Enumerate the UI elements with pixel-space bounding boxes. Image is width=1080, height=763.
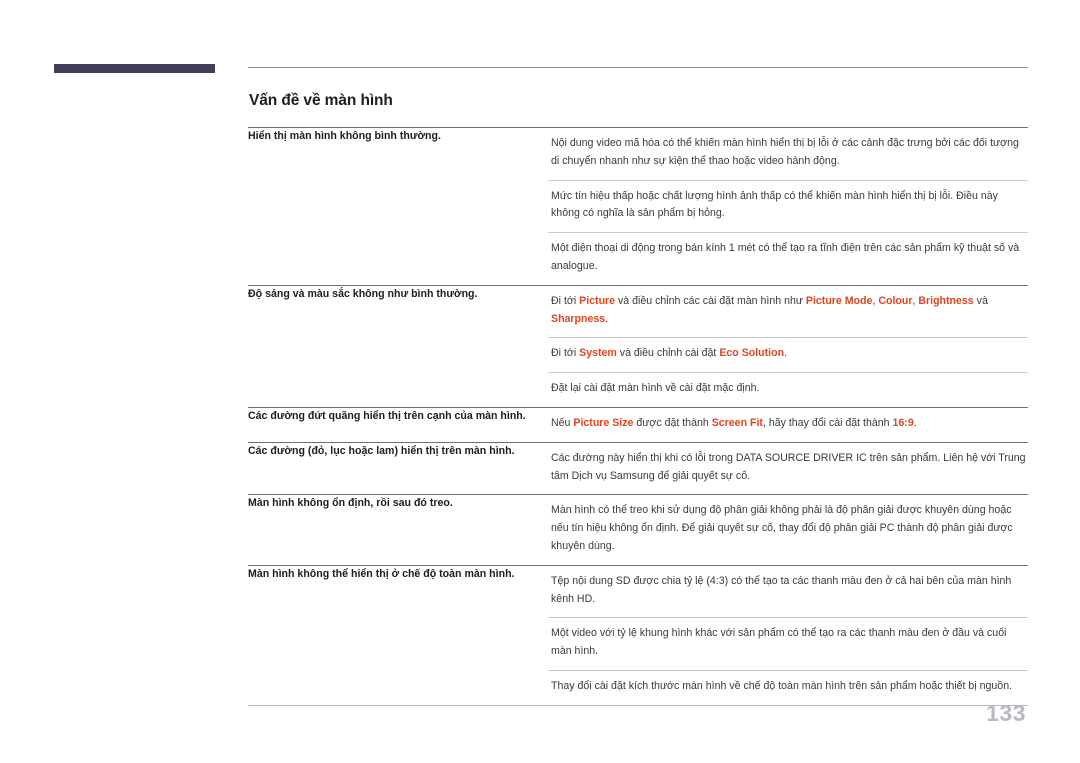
table-row: Các đường đứt quãng hiển thị trên cạnh c…: [248, 408, 1028, 442]
solution-cell: Nếu Picture Size được đặt thành Screen F…: [548, 408, 1028, 442]
menu-term: 16:9: [892, 416, 914, 429]
solution-text: Mức tín hiệu thấp hoặc chất lượng hình ả…: [548, 179, 1028, 233]
faq-body: Hiển thị màn hình không bình thường. Nội …: [248, 127, 1028, 705]
menu-term: Screen Fit: [711, 416, 763, 429]
text-segment: Mức tín hiệu thấp hoặc chất lượng hình ả…: [551, 189, 998, 220]
text-segment: và điều chỉnh các cài đặt màn hình như: [615, 294, 806, 307]
text-segment: .: [913, 416, 917, 429]
solution-cell: Nội dung video mã hóa có thể khiến màn h…: [548, 128, 1028, 285]
text-segment: Màn hình có thể treo khi sử dụng độ phân…: [551, 504, 1013, 552]
menu-term: System: [579, 347, 617, 360]
table-row: Hiển thị màn hình không bình thường. Nội …: [248, 128, 1028, 285]
solution-text: Các đường này hiển thị khi có lỗi trong …: [548, 443, 1028, 495]
text-segment: Đi tới: [551, 347, 580, 360]
solution-text: Đặt lại cài đặt màn hình về cài đặt mặc …: [548, 372, 1028, 407]
text-segment: Thay đổi cài đặt kích thước màn hình về …: [551, 679, 1013, 692]
text-segment: Một điện thoại di động trong bán kính 1 …: [551, 242, 1020, 272]
table-row: Màn hình không thể hiển thị ở chế độ toà…: [248, 566, 1028, 705]
solution-cell: Các đường này hiển thị khi có lỗi trong …: [548, 443, 1028, 495]
text-segment: Đặt lại cài đặt màn hình về cài đặt mặc …: [551, 382, 760, 395]
text-segment: .: [784, 347, 788, 360]
solution-text: Nếu Picture Size được đặt thành Screen F…: [548, 408, 1028, 442]
solution-text: Thay đổi cài đặt kích thước màn hình về …: [548, 669, 1028, 705]
page-number: 133: [986, 700, 1026, 726]
solution-text: Tệp nội dung SD được chia tỷ lệ (4:3) có…: [548, 566, 1028, 618]
decorative-corner-bar: [54, 64, 215, 73]
symptom-label: Các đường đứt quãng hiển thị trên cạnh c…: [248, 409, 526, 422]
text-segment: và: [973, 294, 988, 307]
menu-term: Brightness: [918, 294, 974, 307]
menu-term: Eco Solution: [719, 347, 785, 360]
text-segment: được đặt thành: [633, 416, 712, 429]
text-segment: và điều chỉnh cài đặt: [616, 347, 720, 360]
header-divider: [248, 67, 1028, 68]
menu-term: Picture Size: [573, 416, 634, 429]
menu-term: Colour: [878, 294, 913, 307]
menu-term: Picture: [579, 294, 616, 307]
symptom-label: Các đường (đỏ, lục hoặc lam) hiển thị tr…: [248, 444, 515, 457]
text-segment: Tệp nội dung SD được chia tỷ lệ (4:3) có…: [551, 574, 1012, 605]
table-row: Các đường (đỏ, lục hoặc lam) hiển thị tr…: [248, 443, 1028, 495]
table-row: Độ sáng và màu sắc không như bình thường…: [248, 286, 1028, 407]
solution-cell: Màn hình có thể treo khi sử dụng độ phân…: [548, 495, 1028, 564]
text-segment: Đi tới: [551, 294, 580, 307]
symptom-label: Màn hình không thể hiển thị ở chế độ toà…: [248, 567, 515, 580]
menu-term: Sharpness: [551, 312, 606, 325]
menu-term: Picture Mode: [805, 294, 873, 307]
symptom-label: Hiển thị màn hình không bình thường.: [248, 130, 441, 142]
text-segment: .: [605, 312, 609, 325]
text-segment: Nội dung video mã hóa có thể khiến màn h…: [551, 137, 1019, 167]
solution-text: Đi tới System và điều chỉnh cài đặt Eco …: [548, 337, 1028, 372]
text-segment: Một video với tỷ lệ khung hình khác với …: [551, 627, 1007, 658]
text-segment: Các đường này hiển thị khi có lỗi trong …: [551, 451, 1026, 482]
solution-cell: Đi tới Picture và điều chỉnh các cài đặt…: [548, 286, 1028, 407]
solution-text: Màn hình có thể treo khi sử dụng độ phân…: [548, 495, 1028, 564]
troubleshooting-table: Hiển thị màn hình không bình thường. Nội …: [248, 127, 1028, 705]
solution-cell: Tệp nội dung SD được chia tỷ lệ (4:3) có…: [548, 566, 1028, 705]
solution-text: Một video với tỷ lệ khung hình khác với …: [548, 617, 1028, 670]
page-title: Vấn đề về màn hình: [249, 92, 393, 109]
solution-text: Một điện thoại di động trong bán kính 1 …: [548, 232, 1028, 285]
text-segment: Nếu: [551, 416, 574, 429]
symptom-label: Độ sáng và màu sắc không như bình thường…: [248, 287, 478, 300]
text-segment: , hãy thay đổi cài đặt thành: [762, 416, 893, 429]
table-row: Màn hình không ổn định, rồi sau đó treo.…: [248, 495, 1028, 564]
solution-text: Nội dung video mã hóa có thể khiến màn h…: [548, 128, 1028, 180]
page-content: Vấn đề về màn hình Hiển thị màn hình khô…: [248, 0, 1028, 763]
solution-text: Đi tới Picture và điều chỉnh các cài đặt…: [548, 286, 1028, 338]
table-bottom-divider: [248, 705, 1028, 706]
symptom-label: Màn hình không ổn định, rồi sau đó treo.: [248, 497, 453, 510]
